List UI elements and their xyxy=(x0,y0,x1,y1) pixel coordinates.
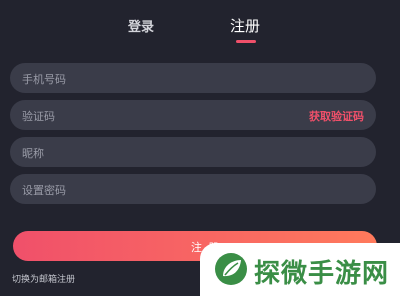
tab-login[interactable]: 登录 xyxy=(128,16,154,35)
nickname-placeholder: 昵称 xyxy=(22,147,44,160)
tab-register[interactable]: 注册 xyxy=(230,15,260,36)
switch-to-email-link[interactable]: 切换为邮箱注册 xyxy=(12,272,75,285)
code-placeholder: 验证码 xyxy=(22,110,55,123)
watermark-text: 探微手游网 xyxy=(254,259,390,289)
phone-placeholder: 手机号码 xyxy=(22,73,66,86)
password-input[interactable]: 设置密码 xyxy=(10,174,376,204)
get-code-button[interactable]: 获取验证码 xyxy=(309,108,364,124)
auth-tabs: 登录 注册 xyxy=(0,0,400,50)
active-tab-indicator xyxy=(236,40,256,43)
password-placeholder: 设置密码 xyxy=(22,184,66,197)
phone-input[interactable]: 手机号码 xyxy=(10,63,376,93)
leaf-logo-icon xyxy=(215,253,247,285)
nickname-input[interactable]: 昵称 xyxy=(10,137,376,167)
verification-code-input[interactable]: 验证码 获取验证码 xyxy=(10,100,376,130)
watermark: 探微手游网 xyxy=(200,243,400,296)
